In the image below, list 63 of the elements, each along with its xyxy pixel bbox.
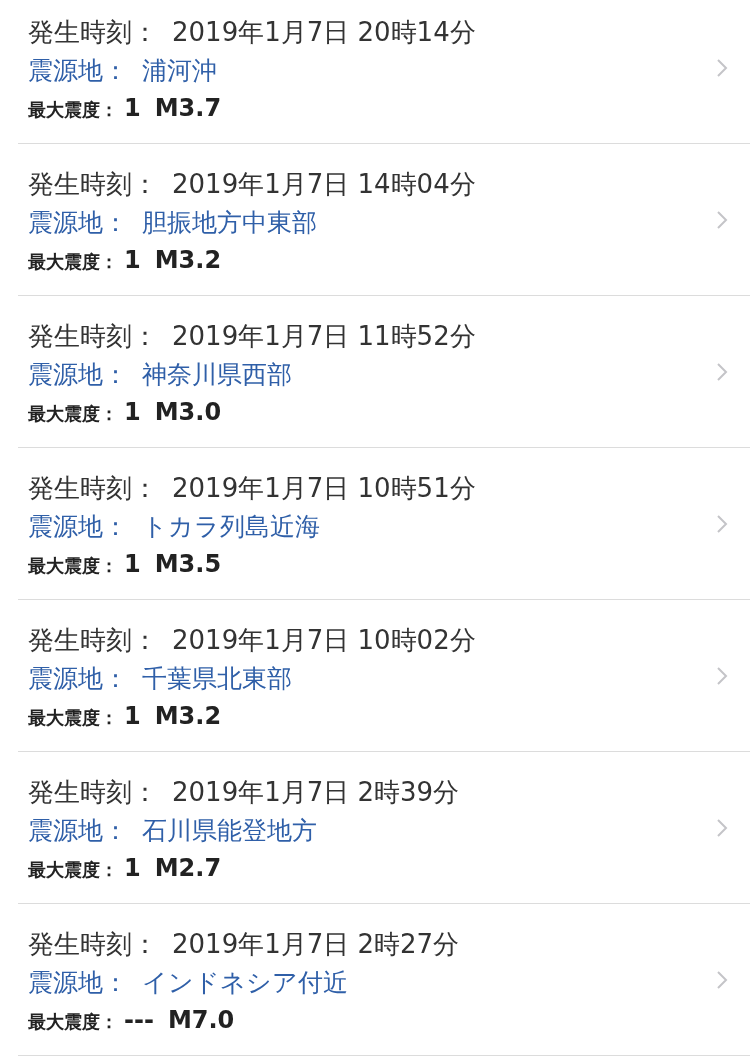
intensity-label: 最大震度： (28, 97, 118, 122)
intensity-value: 1 (124, 92, 141, 123)
intensity-label: 最大震度： (28, 249, 118, 274)
intensity-value: 1 (124, 852, 141, 883)
epicenter-label: 震源地： (28, 54, 128, 87)
magnitude-value: M3.5 (154, 548, 222, 579)
time-label: 発生時刻： (28, 319, 158, 353)
intensity-value: 1 (124, 244, 141, 275)
earthquake-list-item[interactable]: 発生時刻： 2019年1月7日 20時14分 震源地： 浦河沖 最大震度： 1 M3.7 (18, 0, 750, 144)
time-value: 2019年1月7日 10時51分 (172, 471, 476, 505)
magnitude-value: M3.2 (154, 244, 222, 275)
epicenter-value: 浦河沖 (142, 54, 217, 87)
chevron-right-icon (716, 969, 728, 990)
time-value: 2019年1月7日 10時02分 (172, 623, 476, 657)
intensity-label: 最大震度： (28, 1009, 118, 1034)
chevron-right-icon (716, 513, 728, 534)
time-label: 発生時刻： (28, 623, 158, 657)
earthquake-list-item[interactable]: 発生時刻： 2019年1月7日 2時27分 震源地： インドネシア付近 最大震度： --- M7.0 (18, 904, 750, 1056)
chevron-right-icon (716, 57, 728, 78)
epicenter-label: 震源地： (28, 966, 128, 999)
epicenter-label: 震源地： (28, 662, 128, 695)
epicenter-label: 震源地： (28, 814, 128, 847)
time-value: 2019年1月7日 14時04分 (172, 167, 476, 201)
magnitude-value: M2.7 (154, 852, 222, 883)
magnitude-value: M3.7 (154, 92, 222, 123)
intensity-label: 最大震度： (28, 553, 118, 578)
magnitude-value: M3.2 (154, 700, 222, 731)
earthquake-list-item[interactable]: 発生時刻： 2019年1月7日 2時39分 震源地： 石川県能登地方 最大震度： 1 M2.7 (18, 752, 750, 904)
time-value: 2019年1月7日 11時52分 (172, 319, 476, 353)
earthquake-list-item[interactable]: 発生時刻： 2019年1月7日 10時51分 震源地： トカラ列島近海 最大震度： 1 M3.5 (18, 448, 750, 600)
magnitude-value: M3.0 (154, 396, 222, 427)
intensity-value: 1 (124, 548, 141, 579)
earthquake-list-item[interactable]: 発生時刻： 2019年1月7日 11時52分 震源地： 神奈川県西部 最大震度： 1 M3.0 (18, 296, 750, 448)
epicenter-value: 千葉県北東部 (142, 662, 292, 695)
time-label: 発生時刻： (28, 471, 158, 505)
chevron-right-icon (716, 817, 728, 838)
epicenter-value: インドネシア付近 (142, 966, 348, 999)
earthquake-list-item[interactable]: 発生時刻： 2019年1月7日 14時04分 震源地： 胆振地方中東部 最大震度： 1 M3.2 (18, 144, 750, 296)
time-label: 発生時刻： (28, 775, 158, 809)
time-label: 発生時刻： (28, 15, 158, 49)
intensity-label: 最大震度： (28, 857, 118, 882)
time-value: 2019年1月7日 2時39分 (172, 775, 460, 809)
time-label: 発生時刻： (28, 167, 158, 201)
magnitude-value: M7.0 (167, 1004, 235, 1035)
epicenter-value: 神奈川県西部 (142, 358, 292, 391)
earthquake-list-item[interactable]: 発生時刻： 2019年1月7日 10時02分 震源地： 千葉県北東部 最大震度： 1 M3.2 (18, 600, 750, 752)
chevron-right-icon (716, 361, 728, 382)
intensity-value: 1 (124, 700, 141, 731)
time-label: 発生時刻： (28, 927, 158, 961)
epicenter-label: 震源地： (28, 510, 128, 543)
intensity-label: 最大震度： (28, 401, 118, 426)
intensity-value: --- (124, 1004, 154, 1035)
time-value: 2019年1月7日 2時27分 (172, 927, 460, 961)
chevron-right-icon (716, 665, 728, 686)
epicenter-label: 震源地： (28, 206, 128, 239)
time-value: 2019年1月7日 20時14分 (172, 15, 476, 49)
intensity-value: 1 (124, 396, 141, 427)
chevron-right-icon (716, 209, 728, 230)
epicenter-value: トカラ列島近海 (142, 510, 320, 543)
intensity-label: 最大震度： (28, 705, 118, 730)
epicenter-value: 胆振地方中東部 (142, 206, 317, 239)
epicenter-value: 石川県能登地方 (142, 814, 317, 847)
epicenter-label: 震源地： (28, 358, 128, 391)
